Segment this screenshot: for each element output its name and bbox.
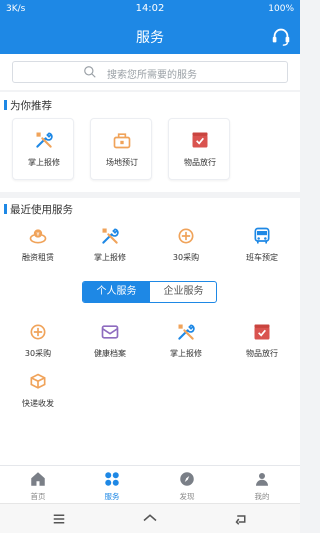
back-icon[interactable]	[232, 510, 250, 528]
service-label: 快递收发	[22, 399, 54, 408]
recommend-label: 场地预订	[106, 158, 138, 167]
recent-label: 30采购	[172, 253, 200, 262]
finance-lease-icon: ¥	[29, 229, 47, 244]
recent-label: 班车预定	[246, 253, 278, 262]
repair-tools-icon	[178, 324, 195, 340]
service-label: 30采购	[24, 349, 52, 358]
service-item-health[interactable]: 健康档案	[80, 322, 140, 366]
service-label: 掌上报修	[170, 349, 202, 358]
home-icon	[31, 472, 45, 486]
health-record-icon	[101, 325, 119, 339]
discover-icon	[180, 472, 194, 486]
nav-label: 首页	[30, 492, 46, 501]
status-time: 14:02	[135, 3, 165, 14]
header-bar: 服务	[0, 18, 300, 54]
search-input[interactable]: 搜索您所需要的服务	[12, 61, 288, 83]
battery-level: 100%	[268, 4, 294, 14]
nav-home[interactable]: 首页	[8, 470, 68, 502]
search-area: 搜索您所需要的服务	[0, 54, 300, 90]
status-bar: 3K/s 14:02 100%	[0, 0, 300, 18]
service-item-purchase[interactable]: 30采购	[8, 322, 68, 366]
recent-item-finance[interactable]: ¥ 融资租赁	[8, 226, 68, 270]
service-label: 健康档案	[94, 349, 126, 358]
nav-discover[interactable]: 发现	[157, 470, 217, 502]
recommend-item-goods-release[interactable]: 物品放行	[168, 118, 230, 180]
goods-release-icon	[192, 132, 208, 148]
headset-icon[interactable]	[270, 25, 292, 47]
recommend-section: 为你推荐 掌上报修 场地预订 物品放行	[0, 92, 300, 192]
nav-services[interactable]: 服务	[82, 470, 142, 502]
search-icon	[84, 66, 96, 78]
page-title: 服务	[136, 30, 164, 46]
profile-icon	[256, 473, 268, 486]
recommend-title: 为你推荐	[4, 100, 52, 112]
nav-label: 我的	[254, 492, 270, 501]
recommend-item-repair[interactable]: 掌上报修	[12, 118, 74, 180]
tab-enterprise[interactable]: 企业服务	[150, 282, 216, 302]
nav-label: 发现	[179, 492, 195, 501]
nav-label: 服务	[104, 492, 120, 501]
recent-item-shuttle[interactable]: 班车预定	[232, 226, 292, 270]
repair-tools-icon	[102, 228, 119, 244]
service-item-goods-release[interactable]: 物品放行	[232, 322, 292, 366]
service-tabs: 个人服务 企业服务	[82, 281, 217, 303]
menu-icon[interactable]	[50, 510, 68, 528]
services-icon	[105, 472, 119, 486]
home-button-icon[interactable]	[141, 510, 159, 528]
purchase-icon	[30, 324, 46, 340]
recent-item-purchase[interactable]: 30采购	[156, 226, 216, 270]
nav-profile[interactable]: 我的	[232, 470, 292, 502]
recent-label: 掌上报修	[94, 253, 126, 262]
search-placeholder: 搜索您所需要的服务	[107, 70, 197, 81]
recent-section: 最近使用服务 ¥ 融资租赁 掌上报修 30采购 班车预定	[0, 198, 300, 274]
recent-title: 最近使用服务	[4, 204, 73, 216]
system-nav-bar	[0, 503, 300, 533]
recommend-label: 掌上报修	[28, 158, 60, 167]
recent-item-repair[interactable]: 掌上报修	[80, 226, 140, 270]
recommend-item-venue[interactable]: 场地预订	[90, 118, 152, 180]
service-item-repair[interactable]: 掌上报修	[156, 322, 216, 366]
recommend-label: 物品放行	[184, 158, 216, 167]
tab-personal[interactable]: 个人服务	[83, 282, 150, 302]
shuttle-bus-icon	[254, 227, 270, 244]
goods-release-icon	[254, 324, 270, 340]
bottom-nav: 首页 服务 发现 我的	[0, 465, 300, 503]
purchase-icon	[178, 228, 194, 244]
repair-tools-icon	[36, 132, 53, 148]
recent-label: 融资租赁	[22, 253, 54, 262]
express-delivery-icon	[30, 373, 46, 389]
venue-booking-icon	[113, 133, 131, 149]
service-label: 物品放行	[246, 349, 278, 358]
svg-text:¥: ¥	[36, 232, 39, 238]
service-item-express[interactable]: 快递收发	[8, 372, 68, 416]
